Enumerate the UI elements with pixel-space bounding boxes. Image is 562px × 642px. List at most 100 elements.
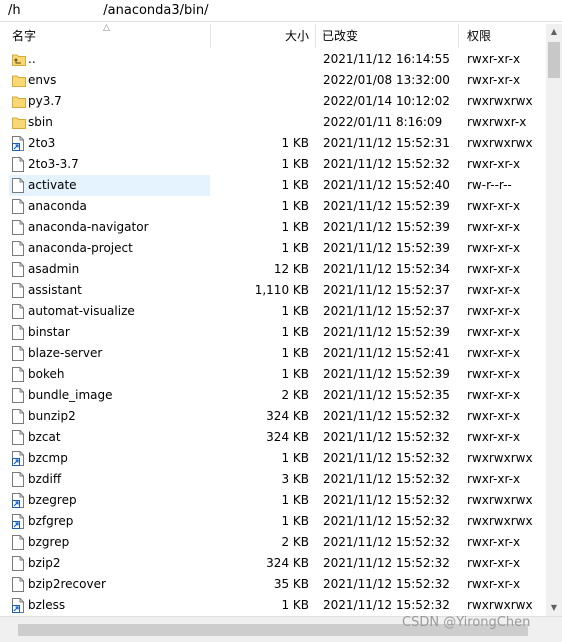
file-row[interactable]: py3.7 2022/01/14 10:12:02 rwxrwxrwx — [0, 91, 546, 112]
file-row[interactable]: bzless 1 KB 2021/11/12 15:52:32 rwxrwxrwx — [0, 595, 546, 616]
vertical-scrollbar[interactable]: ▲ ▼ — [546, 24, 562, 616]
file-permissions: rwxr-xr-x — [467, 283, 521, 297]
file-name: bzip2recover — [28, 577, 106, 591]
file-permissions: rwxr-xr-x — [467, 73, 521, 87]
column-header-permissions-label: 权限 — [467, 29, 492, 43]
file-modified: 2021/11/12 15:52:39 — [323, 220, 450, 234]
column-header: 名字 △ 大小 已改变 权限 — [0, 23, 546, 48]
path-bar[interactable]: /h​ /anaconda3/bin/ — [0, 0, 562, 22]
file-name: bzgrep — [28, 535, 70, 549]
file-permissions: rwxr-xr-x — [467, 304, 521, 318]
column-header-permissions[interactable]: 权限 — [459, 24, 546, 48]
file-modified: 2021/11/12 15:52:34 — [323, 262, 450, 276]
file-permissions: rwxr-xr-x — [467, 367, 521, 381]
file-permissions: rwxr-xr-x — [467, 52, 521, 66]
file-name: bzcat — [28, 430, 61, 444]
file-row[interactable]: asadmin 12 KB 2021/11/12 15:52:34 rwxr-xr-x — [0, 259, 546, 280]
file-size: 1 KB — [281, 451, 309, 465]
scroll-down-icon[interactable]: ▼ — [546, 600, 562, 616]
file-row[interactable]: bokeh 1 KB 2021/11/12 15:52:39 rwxr-xr-x — [0, 364, 546, 385]
file-size: 1 KB — [281, 241, 309, 255]
file-permissions: rw-r--r-- — [467, 178, 512, 192]
file-row[interactable]: anaconda 1 KB 2021/11/12 15:52:39 rwxr-xr-x — [0, 196, 546, 217]
file-modified: 2021/11/12 15:52:37 — [323, 283, 450, 297]
file-size: 1,110 KB — [254, 283, 309, 297]
file-row[interactable]: assistant 1,110 KB 2021/11/12 15:52:37 rwxr… — [0, 280, 546, 301]
file-row[interactable]: bzcat 324 KB 2021/11/12 15:52:32 rwxr-xr-x — [0, 427, 546, 448]
column-header-name[interactable]: 名字 △ — [0, 23, 211, 48]
file-name: bunzip2 — [28, 409, 76, 423]
file-row[interactable]: blaze-server 1 KB 2021/11/12 15:52:41 rwxr-… — [0, 343, 546, 364]
file-size: 35 KB — [273, 577, 309, 591]
file-name: anaconda — [28, 199, 87, 213]
file-icon — [12, 241, 24, 256]
file-row[interactable]: automat-visualize 1 KB 2021/11/12 15:52:37… — [0, 301, 546, 322]
file-row[interactable]: 2to3 1 KB 2021/11/12 15:52:31 rwxrwxrwx — [0, 133, 546, 154]
file-size: 1 KB — [281, 157, 309, 171]
file-permissions: rwxr-xr-x — [467, 577, 521, 591]
file-modified: 2021/11/12 15:52:32 — [323, 451, 450, 465]
file-icon — [12, 577, 24, 592]
scroll-up-icon[interactable]: ▲ — [546, 24, 562, 40]
file-modified: 2021/11/12 15:52:37 — [323, 304, 450, 318]
file-name: bzdiff — [28, 472, 62, 486]
file-size: 1 KB — [281, 493, 309, 507]
file-modified: 2021/11/12 15:52:31 — [323, 136, 450, 150]
file-modified: 2021/11/12 15:52:32 — [323, 157, 450, 171]
file-row[interactable]: binstar 1 KB 2021/11/12 15:52:39 rwxr-xr-x — [0, 322, 546, 343]
file-list: .. 2021/11/12 16:14:55 rwxr-xr-x envs 2022/0… — [0, 48, 546, 616]
file-row[interactable]: bundle_image 2 KB 2021/11/12 15:52:35 rwxr-… — [0, 385, 546, 406]
file-modified: 2021/11/12 15:52:32 — [323, 409, 450, 423]
column-header-name-label: 名字 — [12, 29, 37, 43]
file-size: 324 KB — [266, 556, 309, 570]
column-header-size-label: 大小 — [284, 29, 309, 43]
file-row[interactable]: bzdiff 3 KB 2021/11/12 15:52:32 rwxr-xr-x — [0, 469, 546, 490]
file-modified: 2021/11/12 15:52:39 — [323, 367, 450, 381]
file-row[interactable]: envs 2022/01/08 13:32:00 rwxr-xr-x — [0, 70, 546, 91]
sort-ascending-icon: △ — [103, 23, 110, 33]
vertical-scroll-thumb[interactable] — [548, 42, 560, 78]
file-row[interactable]: bzegrep 1 KB 2021/11/12 15:52:32 rwxrwxrwx — [0, 490, 546, 511]
file-modified: 2021/11/12 15:52:40 — [323, 178, 450, 192]
file-permissions: rwxr-xr-x — [467, 199, 521, 213]
file-name: bundle_image — [28, 388, 113, 402]
file-permissions: rwxrwxr-x — [467, 115, 527, 129]
file-row[interactable]: bzip2 324 KB 2021/11/12 15:52:32 rwxr-xr-x — [0, 553, 546, 574]
file-icon — [12, 325, 24, 340]
watermark: CSDN @YirongChen — [402, 615, 531, 630]
file-modified: 2021/11/12 15:52:32 — [323, 577, 450, 591]
file-icon — [12, 157, 24, 172]
file-name: py3.7 — [28, 94, 62, 108]
file-modified: 2021/11/12 15:52:32 — [323, 556, 450, 570]
file-row[interactable]: .. 2021/11/12 16:14:55 rwxr-xr-x — [0, 49, 546, 70]
file-size: 3 KB — [281, 472, 309, 486]
file-size: 1 KB — [281, 199, 309, 213]
symlink-icon — [12, 493, 24, 508]
file-row[interactable]: bunzip2 324 KB 2021/11/12 15:52:32 rwxr-xr-… — [0, 406, 546, 427]
column-header-size[interactable]: 大小 — [211, 24, 316, 48]
file-row[interactable]: anaconda-navigator 1 KB 2021/11/12 15:52:3… — [0, 217, 546, 238]
file-size: 1 KB — [281, 598, 309, 612]
file-permissions: rwxr-xr-x — [467, 388, 521, 402]
file-name: bzip2 — [28, 556, 61, 570]
file-icon — [12, 388, 24, 403]
file-name: bzcmp — [28, 451, 68, 465]
file-name: binstar — [28, 325, 70, 339]
file-permissions: rwxr-xr-x — [467, 430, 521, 444]
file-row[interactable]: bzcmp 1 KB 2021/11/12 15:52:32 rwxrwxrwx — [0, 448, 546, 469]
file-row[interactable]: bzgrep 2 KB 2021/11/12 15:52:32 rwxr-xr-x — [0, 532, 546, 553]
file-row[interactable]: bzfgrep 1 KB 2021/11/12 15:52:32 rwxrwxrwx — [0, 511, 546, 532]
file-icon — [12, 346, 24, 361]
file-size: 324 KB — [266, 409, 309, 423]
file-row[interactable]: anaconda-project 1 KB 2021/11/12 15:52:39 r… — [0, 238, 546, 259]
file-row[interactable]: 2to3-3.7 1 KB 2021/11/12 15:52:32 rwxr-xr-x — [0, 154, 546, 175]
file-row[interactable]: activate 1 KB 2021/11/12 15:52:40 rw-r--r-- — [0, 175, 546, 196]
file-modified: 2022/01/14 10:12:02 — [323, 94, 450, 108]
file-name: bokeh — [28, 367, 65, 381]
file-permissions: rwxr-xr-x — [467, 346, 521, 360]
file-row[interactable]: sbin 2022/01/11 8:16:09 rwxrwxr-x — [0, 112, 546, 133]
column-header-modified[interactable]: 已改变 — [316, 24, 459, 48]
file-permissions: rwxr-xr-x — [467, 409, 521, 423]
file-row[interactable]: bzip2recover 35 KB 2021/11/12 15:52:32 rwxr… — [0, 574, 546, 595]
file-permissions: rwxr-xr-x — [467, 472, 521, 486]
